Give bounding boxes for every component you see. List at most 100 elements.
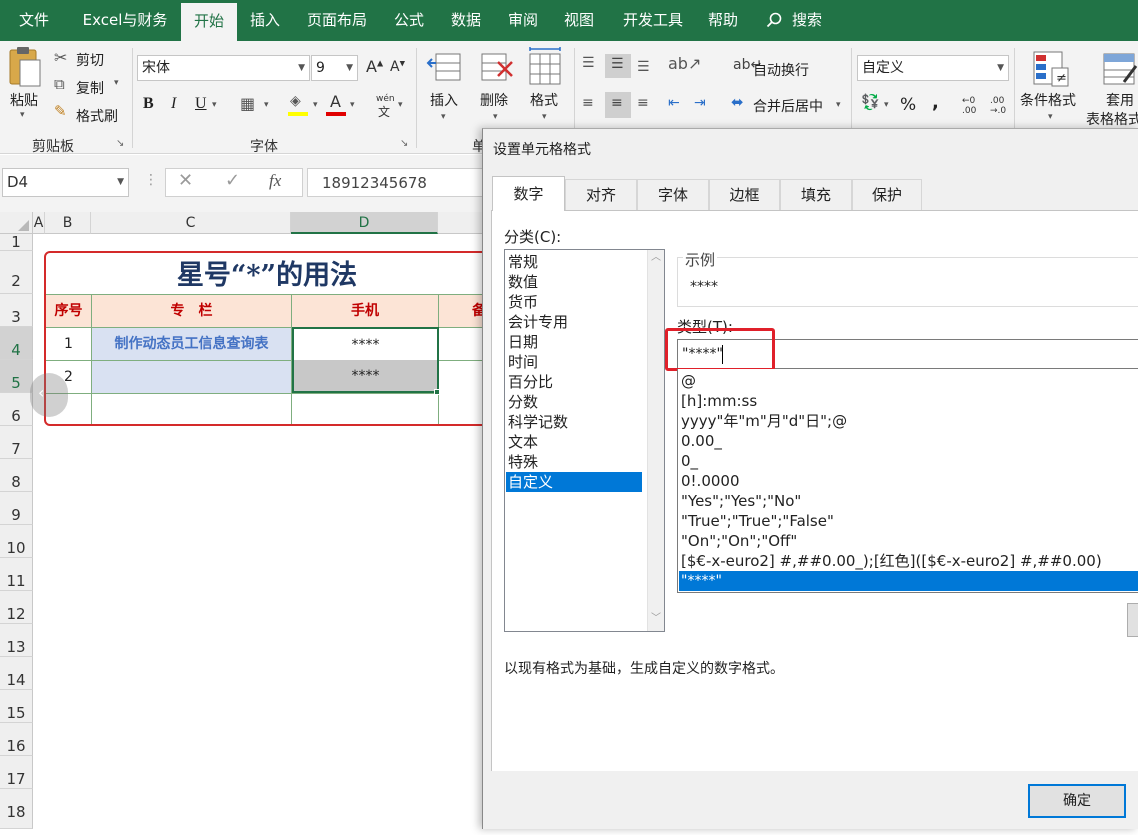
conditional-format-label[interactable]: 条件格式 <box>1020 90 1076 110</box>
row-header-8[interactable]: 8 <box>0 459 33 492</box>
cell-phone-1[interactable]: **** <box>292 327 439 360</box>
cell-column-1[interactable]: 制作动态员工信息查询表 <box>92 327 292 360</box>
name-box[interactable]: D4 ▼ <box>2 168 129 197</box>
tab-developer[interactable]: 开发工具 <box>614 0 692 41</box>
format-as-table-label2[interactable]: 表格格式 <box>1086 109 1138 129</box>
format-as-table-icon[interactable] <box>1102 48 1138 88</box>
tab-insert[interactable]: 插入 <box>242 0 288 41</box>
format-item[interactable]: "On";"On";"Off" <box>681 531 797 551</box>
enter-icon[interactable]: ✓ <box>225 172 240 190</box>
format-item[interactable]: "Yes";"Yes";"No" <box>681 491 801 511</box>
category-item[interactable]: 货币 <box>508 292 538 312</box>
number-format-combo[interactable]: 自定义 ▼ <box>857 55 1009 81</box>
chevron-down-icon[interactable]: ▾ <box>884 100 889 110</box>
fill-handle[interactable] <box>434 389 440 395</box>
category-item[interactable]: 会计专用 <box>508 312 568 332</box>
select-all-corner[interactable] <box>0 212 33 234</box>
tab-home[interactable]: 开始 <box>181 3 237 41</box>
chevron-down-icon[interactable]: ▾ <box>1048 112 1053 122</box>
scroll-up-icon[interactable]: ︿ <box>651 253 661 263</box>
tab-protection[interactable]: 保护 <box>852 179 922 210</box>
delete-cells-label[interactable]: 删除 <box>480 90 508 110</box>
insert-cells-icon[interactable] <box>426 48 466 88</box>
align-bottom-icon[interactable]: ☰ <box>637 60 650 74</box>
row-header-12[interactable]: 12 <box>0 591 33 624</box>
font-color-button[interactable]: A <box>326 94 348 118</box>
format-item[interactable]: [$€-x-euro2] #,##0.00_);[红色]([$€-x-euro2… <box>681 551 1102 571</box>
category-list[interactable]: 常规 数值 货币 会计专用 日期 时间 百分比 分数 科学记数 文本 特殊 自定… <box>504 249 665 632</box>
percent-button[interactable]: % <box>900 95 916 115</box>
tab-page-layout[interactable]: 页面布局 <box>298 0 376 41</box>
search-box[interactable]: 搜索 <box>764 0 828 41</box>
bold-icon[interactable]: B <box>143 96 154 112</box>
align-right-icon[interactable]: ≡ <box>637 96 649 110</box>
decrease-font-icon[interactable]: A▼ <box>390 60 405 74</box>
border-icon[interactable]: ▦ <box>240 96 255 112</box>
format-item[interactable]: [h]:mm:ss <box>681 391 757 411</box>
decrease-decimal-icon[interactable]: .00 →.0 <box>990 96 1006 116</box>
paste-dropdown-icon[interactable]: ▾ <box>20 110 25 120</box>
cell-seq-1[interactable]: 1 <box>46 327 92 360</box>
format-painter-button[interactable]: 格式刷 <box>76 106 118 126</box>
row-header-10[interactable]: 10 <box>0 525 33 558</box>
tab-number[interactable]: 数字 <box>492 176 565 211</box>
column-header-b[interactable]: B <box>45 212 91 234</box>
category-item[interactable]: 百分比 <box>508 372 553 392</box>
column-header-d[interactable]: D <box>291 212 438 234</box>
chevron-down-icon[interactable]: ▾ <box>836 100 841 110</box>
delete-cells-icon[interactable] <box>478 48 518 88</box>
delete-button-partial[interactable] <box>1127 603 1138 637</box>
row-header-15[interactable]: 15 <box>0 690 33 723</box>
category-item[interactable]: 日期 <box>508 332 538 352</box>
row-header-7[interactable]: 7 <box>0 426 33 459</box>
tab-view[interactable]: 视图 <box>556 0 602 41</box>
category-item-selected[interactable]: 自定义 <box>506 472 642 492</box>
tab-help[interactable]: 帮助 <box>700 0 746 41</box>
chevron-down-icon[interactable]: ▾ <box>493 112 498 122</box>
format-as-table-label1[interactable]: 套用 <box>1106 90 1134 110</box>
increase-indent-icon[interactable]: ⇥ <box>694 96 706 110</box>
merge-center-button[interactable]: 合并后居中 <box>753 96 823 116</box>
phonetic-button[interactable]: wén 文 <box>374 94 396 119</box>
increase-decimal-icon[interactable]: ←0.00 <box>962 96 976 116</box>
column-header-c[interactable]: C <box>91 212 291 234</box>
align-center-button[interactable]: ≡ <box>605 92 631 118</box>
increase-font-icon[interactable]: A▲ <box>366 59 383 75</box>
chevron-down-icon[interactable]: ▾ <box>264 100 269 110</box>
row-header-1[interactable]: 1 <box>0 234 33 251</box>
ok-button[interactable]: 确定 <box>1028 784 1126 818</box>
align-left-icon[interactable]: ≡ <box>582 96 594 110</box>
copy-dropdown-icon[interactable]: ▾ <box>114 78 119 88</box>
currency-icon[interactable]: 💱 <box>861 95 880 110</box>
tab-fill[interactable]: 填充 <box>780 179 852 210</box>
row-header-13[interactable]: 13 <box>0 624 33 657</box>
insert-function-icon[interactable]: fx <box>269 172 281 189</box>
row-header-3[interactable]: 3 <box>0 294 33 327</box>
scroll-nav-overlay[interactable]: ‹ <box>30 373 68 417</box>
format-item[interactable]: yyyy"年"m"月"d"日";@ <box>681 411 847 431</box>
formula-input[interactable]: 18912345678 <box>307 168 487 197</box>
tab-file[interactable]: 文件 <box>8 0 60 41</box>
header-phone[interactable]: 手机 <box>292 294 439 327</box>
row-header-5[interactable]: 5 <box>0 360 33 393</box>
underline-icon[interactable]: U <box>195 96 207 112</box>
cancel-icon[interactable]: ✕ <box>178 172 193 190</box>
header-column[interactable]: 专 栏 <box>92 294 292 327</box>
format-list[interactable]: @ [h]:mm:ss yyyy"年"m"月"d"日";@ 0.00_ 0_ 0… <box>677 369 1138 593</box>
row-header-2[interactable]: 2 <box>0 251 33 294</box>
dialog-launcher-icon[interactable]: ↘ <box>400 139 408 149</box>
chevron-down-icon[interactable]: ▾ <box>350 100 355 110</box>
insert-cells-label[interactable]: 插入 <box>430 90 458 110</box>
chevron-down-icon[interactable]: ▾ <box>441 112 446 122</box>
fill-color-button[interactable]: ◈ <box>288 94 312 118</box>
font-name-combo[interactable]: 宋体 ▼ <box>137 55 310 81</box>
format-item[interactable]: 0_ <box>681 451 698 471</box>
row-header-4[interactable]: 4 <box>0 327 33 360</box>
row-header-18[interactable]: 18 <box>0 789 33 829</box>
scroll-down-icon[interactable]: ﹀ <box>651 614 661 624</box>
tab-excel-finance[interactable]: Excel与财务 <box>72 0 178 41</box>
chevron-down-icon[interactable]: ▾ <box>313 100 318 110</box>
align-middle-button[interactable]: ☰ <box>605 54 631 78</box>
align-top-icon[interactable]: ☰ <box>582 56 595 70</box>
format-item[interactable]: 0.00_ <box>681 431 722 451</box>
